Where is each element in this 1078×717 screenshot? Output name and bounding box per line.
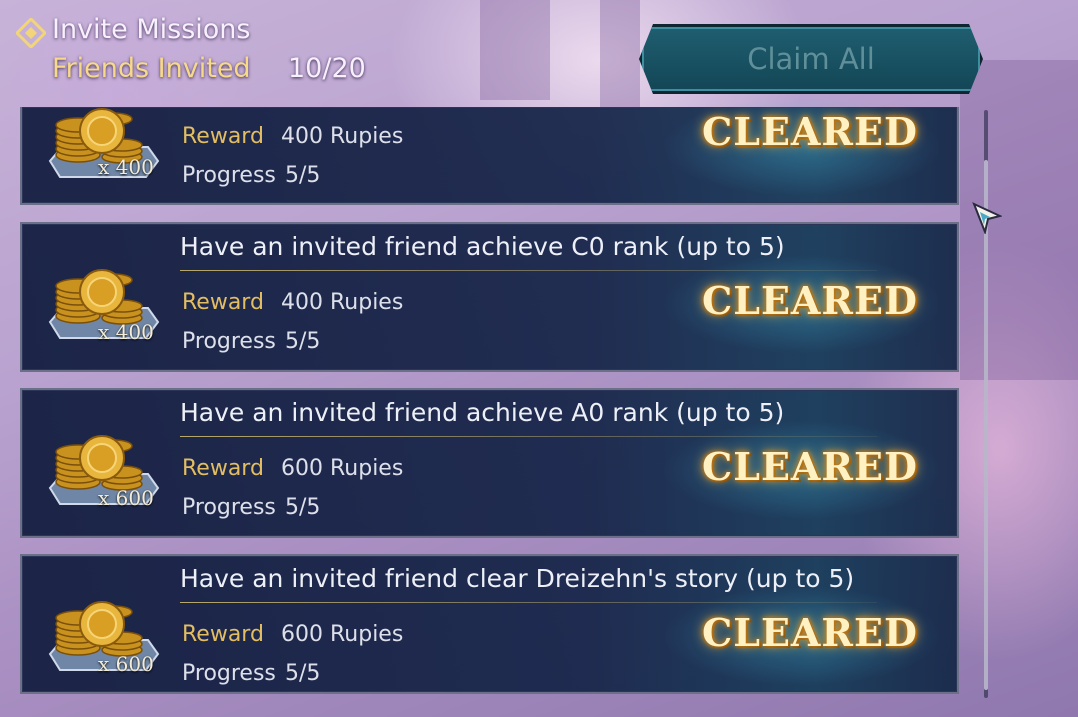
scrollbar-thumb[interactable]: [984, 160, 988, 690]
progress-label: Progress: [182, 661, 276, 686]
reward-value: 600 Rupies: [281, 622, 404, 647]
reward-quantity: x 400: [98, 320, 154, 344]
reward-quantity: x 400: [98, 155, 154, 179]
reward-label: Reward: [182, 124, 264, 149]
claim-all-button[interactable]: Claim All: [639, 24, 983, 94]
progress-value: 5/5: [285, 329, 321, 354]
reward-label: Reward: [182, 622, 264, 647]
reward-label: Reward: [182, 456, 264, 481]
mission-title: Have an invited friend clear Dreizehn's …: [180, 564, 855, 593]
background-tower: [600, 0, 640, 110]
mission-title: Have an invited friend achieve A0 rank (…: [180, 398, 785, 427]
progress-label: Progress: [182, 163, 276, 188]
progress-value: 5/5: [285, 163, 321, 188]
reward-value: 400 Rupies: [281, 290, 404, 315]
coin-stack-icon: [48, 269, 160, 339]
reward-value: 400 Rupies: [281, 124, 404, 149]
mission-card: Have an invited friend achieve C0 rank (…: [20, 222, 959, 372]
mission-card: x 400 Reward 400 Rupies Progress 5/5 CLE…: [20, 97, 959, 205]
title-divider: [180, 270, 877, 271]
friends-invited-count: 10/20: [288, 53, 366, 84]
progress-label: Progress: [182, 329, 276, 354]
coin-stack-icon: [48, 108, 160, 178]
background-tower: [480, 0, 550, 100]
friends-invited-label: Friends Invited: [52, 53, 251, 84]
title-divider: [180, 602, 877, 603]
coin-stack-icon: [48, 435, 160, 505]
reward-value: 600 Rupies: [281, 456, 404, 481]
page-title: Invite Missions: [52, 14, 251, 45]
mission-card: Have an invited friend achieve A0 rank (…: [20, 388, 959, 538]
progress-label: Progress: [182, 495, 276, 520]
diamond-icon: [16, 18, 46, 48]
cleared-badge: CLEARED: [702, 109, 918, 154]
title-divider: [180, 436, 877, 437]
reward-quantity: x 600: [98, 652, 154, 676]
progress-value: 5/5: [285, 495, 321, 520]
cleared-badge: CLEARED: [702, 444, 918, 489]
reward-label: Reward: [182, 290, 264, 315]
cleared-badge: CLEARED: [702, 278, 918, 323]
mission-title: Have an invited friend achieve C0 rank (…: [180, 232, 785, 261]
pointer-cursor-icon: [972, 202, 1002, 234]
mission-card: Have an invited friend clear Dreizehn's …: [20, 554, 959, 694]
coin-stack-icon: [48, 601, 160, 671]
scrollbar[interactable]: [984, 110, 988, 698]
cleared-badge: CLEARED: [702, 610, 918, 655]
progress-value: 5/5: [285, 661, 321, 686]
reward-quantity: x 600: [98, 486, 154, 510]
